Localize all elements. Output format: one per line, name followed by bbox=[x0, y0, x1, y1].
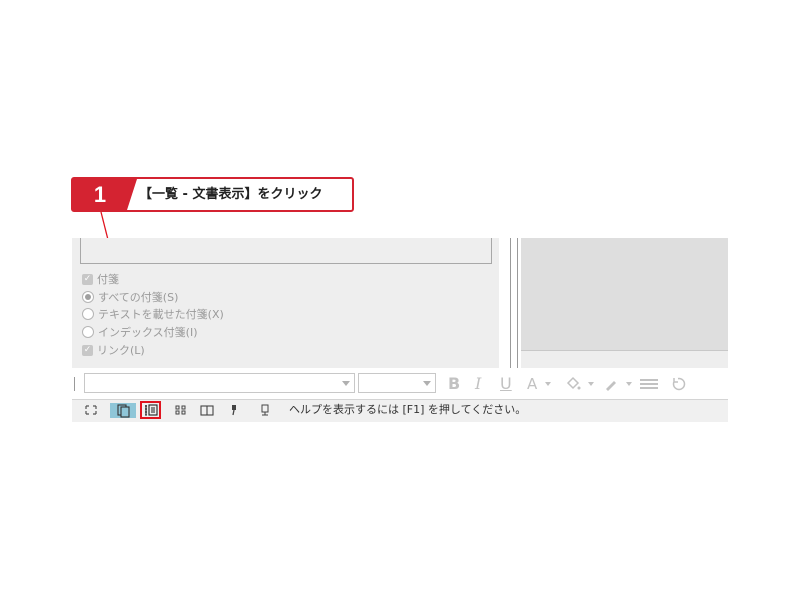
underline-button[interactable]: U bbox=[500, 374, 512, 394]
fullscreen-icon[interactable] bbox=[83, 403, 99, 417]
chevron-down-icon[interactable] bbox=[588, 382, 594, 386]
radio-all-sticky-notes[interactable] bbox=[82, 291, 94, 303]
tag-icon[interactable] bbox=[226, 403, 242, 417]
document-preview-pane bbox=[521, 238, 728, 350]
status-message: ヘルプを表示するには [F1] を押してください。 bbox=[289, 403, 527, 416]
two-pane-icon[interactable] bbox=[199, 403, 215, 417]
option-label: インデックス付箋(I) bbox=[98, 326, 198, 339]
font-size-combo[interactable] bbox=[358, 373, 436, 393]
fill-color-icon[interactable] bbox=[565, 376, 581, 392]
bookmark-icon[interactable] bbox=[257, 403, 273, 417]
splitter-left[interactable] bbox=[510, 238, 511, 368]
chevron-down-icon[interactable] bbox=[423, 381, 431, 386]
checkbox-sticky-notes[interactable]: ✓ bbox=[82, 273, 93, 285]
radio-index-sticky-notes[interactable] bbox=[82, 326, 94, 338]
bold-button[interactable]: B bbox=[448, 374, 460, 394]
option-label: リンク(L) bbox=[97, 344, 145, 357]
undo-icon[interactable] bbox=[671, 376, 687, 392]
thumbnails-icon[interactable] bbox=[173, 403, 189, 417]
pages-icon bbox=[117, 404, 130, 418]
option-links[interactable]: ✓ リンク(L) bbox=[82, 342, 145, 358]
list-document-highlight bbox=[140, 401, 161, 419]
chevron-down-icon[interactable] bbox=[626, 382, 632, 386]
toolbar-grip bbox=[74, 377, 75, 391]
preview-box bbox=[80, 238, 492, 264]
chevron-down-icon[interactable] bbox=[545, 382, 551, 386]
italic-button[interactable]: I bbox=[475, 374, 481, 394]
option-all-sticky-notes[interactable]: すべての付箋(S) bbox=[82, 289, 178, 305]
option-text-sticky-notes[interactable]: テキストを載せた付箋(X) bbox=[82, 306, 224, 322]
option-sticky-notes[interactable]: ✓ 付箋 bbox=[82, 271, 119, 287]
align-icon[interactable] bbox=[640, 376, 658, 392]
chevron-down-icon[interactable] bbox=[342, 381, 350, 386]
font-name-combo[interactable] bbox=[84, 373, 355, 393]
pages-button[interactable] bbox=[110, 403, 136, 418]
document-preview-footer bbox=[521, 350, 728, 369]
pen-icon[interactable] bbox=[603, 376, 619, 392]
option-label: 付箋 bbox=[97, 273, 119, 286]
option-label: すべての付箋(S) bbox=[98, 291, 179, 304]
option-label: テキストを載せた付箋(X) bbox=[98, 308, 224, 321]
checkbox-links[interactable]: ✓ bbox=[82, 344, 93, 356]
option-index-sticky-notes[interactable]: インデックス付箋(I) bbox=[82, 324, 198, 340]
radio-text-sticky-notes[interactable] bbox=[82, 308, 94, 320]
splitter-right[interactable] bbox=[517, 238, 518, 368]
font-color-button[interactable]: A bbox=[527, 374, 537, 394]
